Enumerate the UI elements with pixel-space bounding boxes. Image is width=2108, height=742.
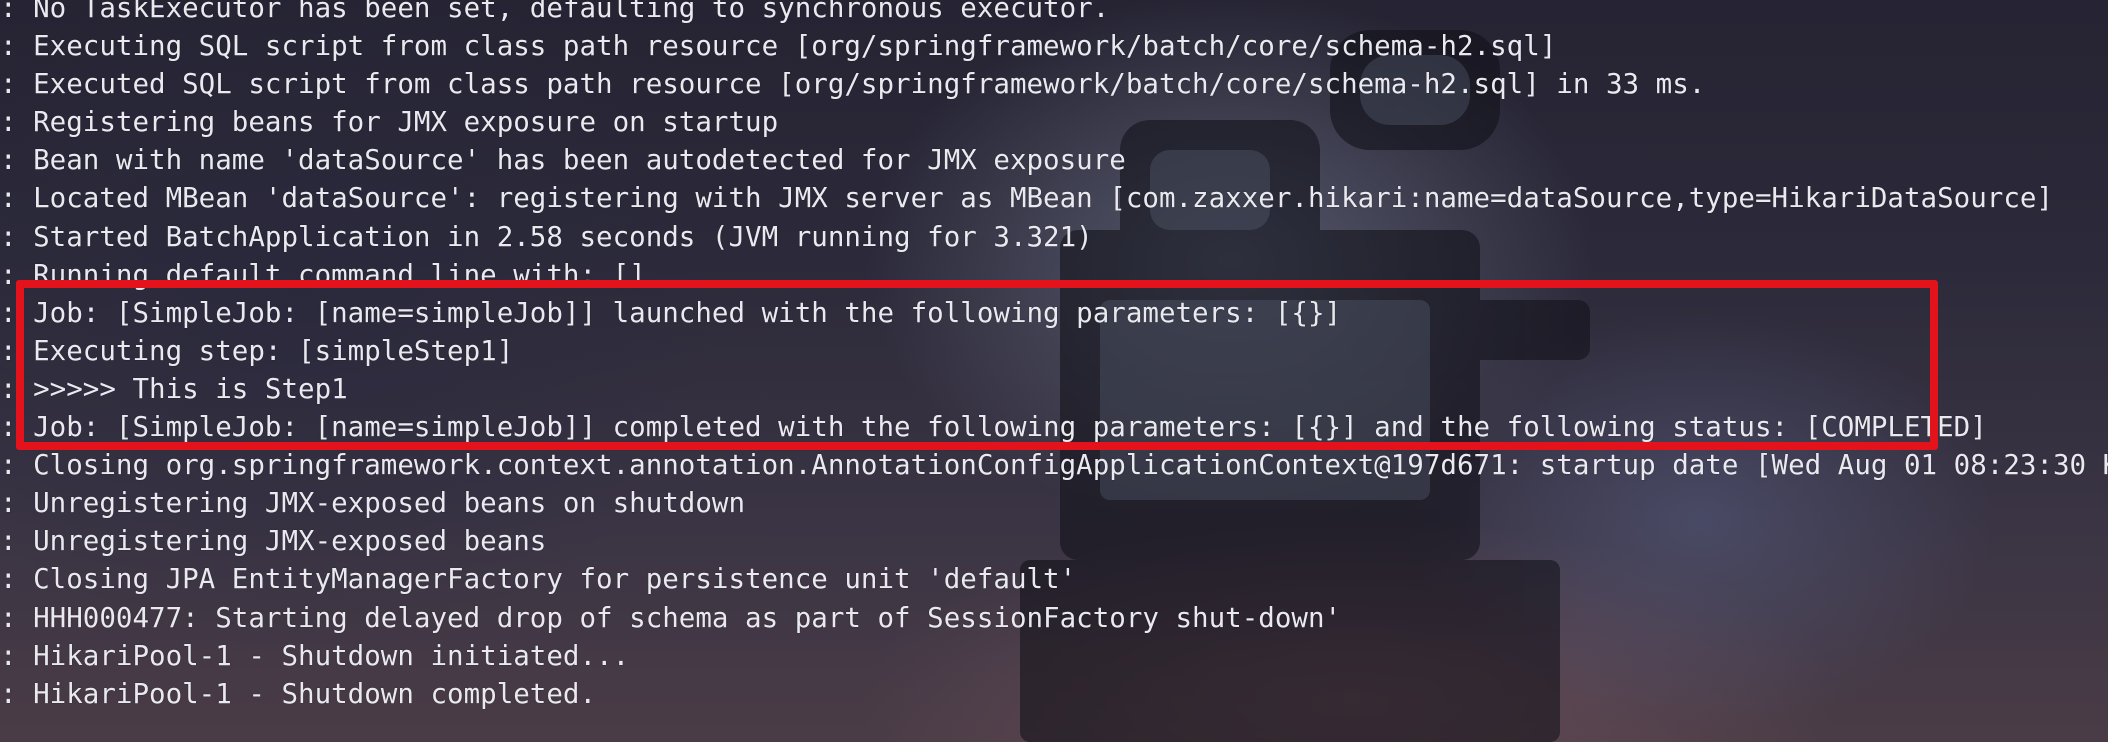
terminal-window[interactable]: : No TaskExecutor has been set, defaulti… xyxy=(0,0,2108,742)
log-line: : Closing JPA EntityManagerFactory for p… xyxy=(0,563,1077,596)
log-line: : Unregistering JMX-exposed beans on shu… xyxy=(0,487,746,520)
log-line: : HikariPool-1 - Shutdown completed. xyxy=(0,677,597,710)
log-line: : No TaskExecutor has been set, defaulti… xyxy=(0,0,1110,24)
log-line: : Bean with name 'dataSource' has been a… xyxy=(0,144,1126,177)
log-line: : HHH000477: Starting delayed drop of sc… xyxy=(0,601,1342,634)
log-line: : >>>>> This is Step1 xyxy=(0,372,348,405)
log-line: : Executing step: [simpleStep1] xyxy=(0,334,514,367)
console-log: : No TaskExecutor has been set, defaulti… xyxy=(0,0,2108,713)
log-line: : Located MBean 'dataSource': registerin… xyxy=(0,182,2053,215)
log-line: : HikariPool-1 - Shutdown initiated... xyxy=(0,639,630,672)
log-line: : Job: [SimpleJob: [name=simpleJob]] lau… xyxy=(0,296,1342,329)
log-line: : Executed SQL script from class path re… xyxy=(0,68,1706,101)
log-line: : Running default command line with: [] xyxy=(0,258,646,291)
log-line: : Unregistering JMX-exposed beans xyxy=(0,525,547,558)
log-line: : Executing SQL script from class path r… xyxy=(0,30,1557,63)
log-line: : Registering beans for JMX exposure on … xyxy=(0,106,779,139)
log-line: : Closing org.springframework.context.an… xyxy=(0,449,2108,482)
log-line: : Started BatchApplication in 2.58 secon… xyxy=(0,220,1093,253)
log-line: : Job: [SimpleJob: [name=simpleJob]] com… xyxy=(0,411,1987,444)
